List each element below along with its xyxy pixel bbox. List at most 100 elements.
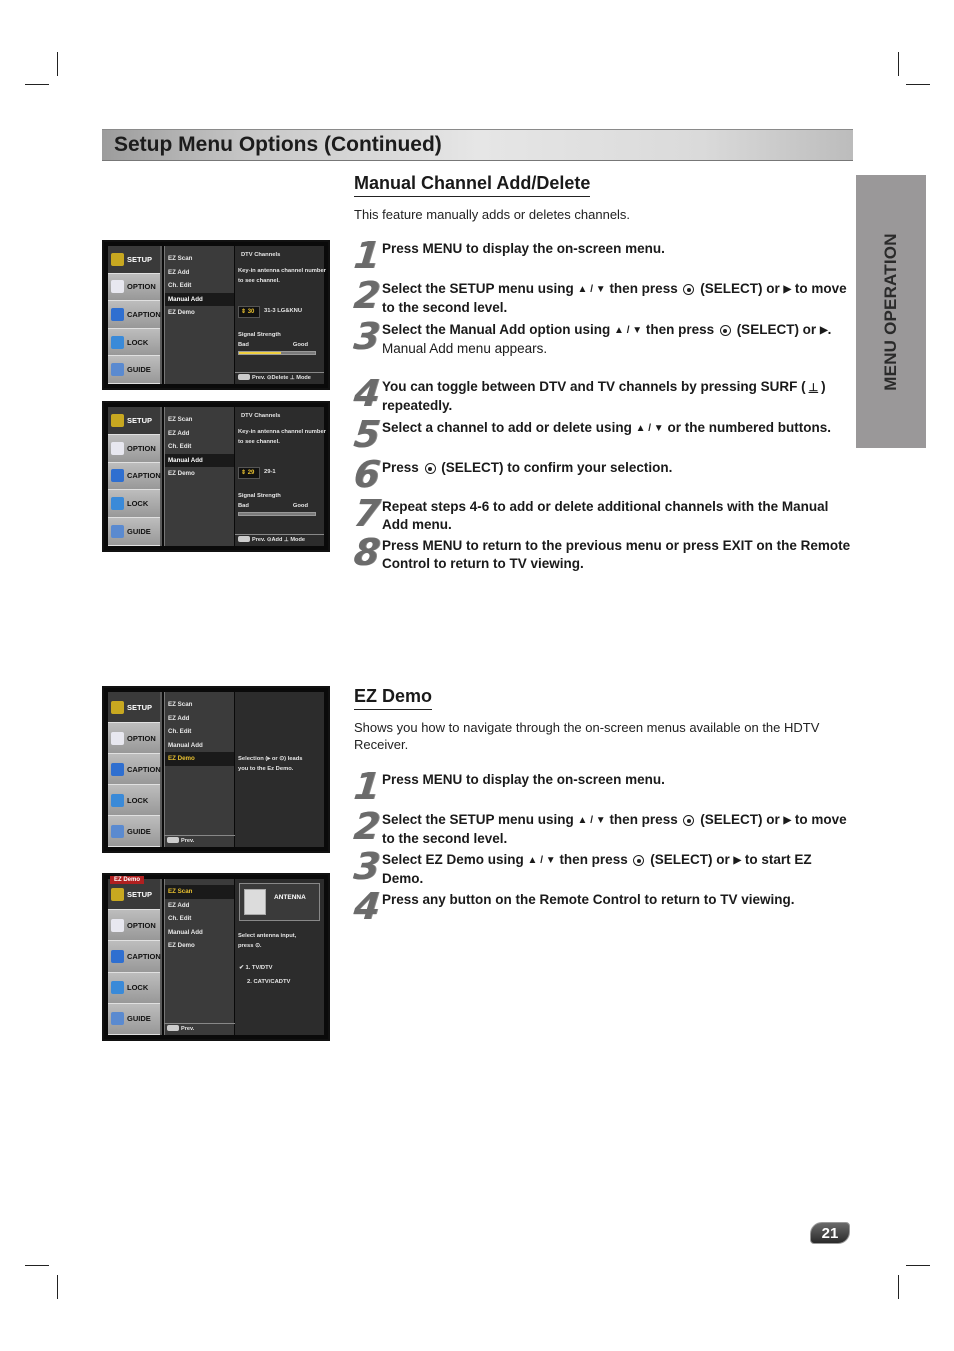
category-label: GUIDE — [127, 826, 151, 836]
step-number: 8 — [351, 531, 383, 574]
panel-footer: Prev. ⊙Add ⊥ Mode — [235, 534, 324, 546]
crop-mark — [25, 84, 49, 85]
ez-demo-intro: Shows you how to navigate through the on… — [354, 720, 820, 752]
category-icon — [111, 497, 124, 511]
category-icon — [111, 981, 124, 995]
tv-submenu-item: EZ Add — [168, 429, 190, 437]
tv-screenshot-ez-demo-menu: SETUP OPTION CAPTION LOCK GUIDE EZ Scan EZ… — [102, 686, 330, 853]
step-number: 6 — [351, 453, 383, 496]
tv-submenu-item: Ch. Edit — [168, 282, 192, 289]
panel-title: DTV Channels — [241, 413, 281, 419]
step-text: Select a channel to add or delete using … — [382, 420, 831, 435]
step-text: Press MENU to display the on-screen menu… — [382, 241, 665, 256]
category-icon — [111, 762, 124, 776]
tv-category-menu: SETUP OPTION CAPTION LOCK GUIDE — [108, 407, 162, 546]
category-icon — [111, 441, 124, 455]
panel-title: DTV Channels — [241, 252, 281, 258]
step-text: Select EZ Demo using ▲ / ▼ then press (S… — [382, 852, 812, 886]
tv-category-item: OPTION — [108, 273, 160, 302]
menu-key-icon — [238, 374, 250, 380]
tv-detail-panel: Selection (▸ or ⊙) leads you to the Ez D… — [235, 692, 324, 847]
up-down-arrow-icon: ▲ / ▼ — [635, 423, 664, 434]
category-label: OPTION — [127, 443, 156, 453]
step-number: 2 — [351, 274, 383, 317]
tv-detail-panel: DTV Channels Key-in antenna channel numb… — [235, 407, 326, 546]
step-number: 2 — [351, 805, 383, 848]
tv-submenu-item: EZ Demo — [165, 752, 234, 766]
manual-add-heading: Manual Channel Add/Delete — [354, 173, 591, 197]
signal-good-label: Good — [292, 503, 308, 509]
menu-key-icon — [238, 536, 250, 542]
tv-category-item: LOCK — [108, 972, 160, 1004]
step-text: Select the SETUP menu using ▲ / ▼ then p… — [382, 281, 847, 315]
step-note: Manual Add menu appears. — [382, 341, 548, 356]
tv-category-item: GUIDE — [108, 816, 160, 847]
category-label: LOCK — [127, 337, 149, 347]
category-icon — [111, 525, 124, 539]
select-button-icon — [633, 855, 645, 866]
tv-category-menu: SETUP OPTION CAPTION LOCK GUIDE — [108, 692, 162, 847]
crop-mark — [898, 1275, 899, 1299]
step-number: 3 — [351, 845, 383, 888]
ez-demo-badge: EZ Demo — [110, 876, 145, 884]
signal-strength-label: Signal Strength — [238, 493, 281, 499]
crop-mark — [57, 1275, 58, 1299]
tv-submenu-item: EZ Demo — [168, 942, 195, 949]
category-label: SETUP — [127, 254, 153, 264]
antenna-option-tv-dtv: ✔ 1. TV/DTV — [239, 965, 273, 971]
tv-category-menu: SETUP OPTION CAPTION LOCK GUIDE — [108, 246, 162, 384]
tv-category-item: SETUP — [108, 407, 160, 435]
tv-category-item: OPTION — [108, 434, 160, 463]
tv-setup-submenu: EZ Scan EZ Add Ch. Edit Manual Add EZ Demo — [164, 879, 234, 1035]
tv-submenu-item: Manual Add — [165, 292, 234, 306]
step-text: Press any button on the Remote Control t… — [382, 892, 795, 907]
category-icon — [111, 252, 124, 266]
tv-submenu-item: Manual Add — [165, 453, 234, 467]
tv-submenu-item: EZ Scan — [165, 885, 234, 899]
category-icon — [111, 307, 124, 321]
tv-category-item: CAPTION — [108, 462, 161, 491]
category-icon — [111, 280, 124, 294]
section-side-tab: MENU OPERATION — [856, 175, 926, 448]
surf-icon: ⊥ — [808, 382, 819, 394]
crop-mark — [57, 52, 58, 76]
category-label: CAPTION — [127, 471, 161, 481]
panel-description: Key-in antenna channel number to see cha… — [238, 268, 326, 284]
category-icon — [111, 413, 124, 427]
select-button-icon — [683, 284, 695, 295]
tv-category-item: OPTION — [108, 723, 160, 754]
step-text: Press (SELECT) to confirm your selection… — [382, 460, 673, 475]
tv-category-item: GUIDE — [108, 356, 160, 384]
category-icon — [111, 731, 124, 745]
select-button-icon — [719, 325, 731, 336]
page-number-badge: 21 — [810, 1222, 850, 1244]
category-icon — [111, 793, 124, 807]
tv-submenu-item: EZ Add — [168, 268, 190, 276]
tv-category-item: SETUP — [108, 246, 160, 274]
channel-name: 31-3 LG&KNU — [264, 308, 303, 314]
step-number: 4 — [351, 885, 383, 928]
category-label: GUIDE — [127, 527, 151, 537]
category-icon — [111, 824, 124, 838]
menu-key-icon — [167, 1025, 179, 1031]
category-label: SETUP — [127, 415, 153, 425]
category-icon — [111, 700, 124, 714]
category-icon — [111, 363, 124, 377]
tv-screenshot-manual-add-delete: SETUP OPTION CAPTION LOCK GUIDE EZ Scan EZ… — [102, 240, 330, 390]
up-down-arrow-icon: ▲ / ▼ — [577, 815, 606, 826]
tv-submenu-item: EZ Scan — [168, 416, 193, 423]
right-arrow-icon: ▶ — [819, 325, 828, 336]
manual-add-intro: This feature manually adds or deletes ch… — [354, 207, 631, 222]
tv-submenu-item: EZ Add — [168, 901, 190, 909]
antenna-option-catv: 2. CATV/CADTV — [247, 979, 291, 985]
side-tab-label: MENU OPERATION — [881, 232, 900, 391]
ez-demo-heading: EZ Demo — [354, 686, 433, 710]
category-label: LOCK — [127, 499, 149, 509]
panel-footer: Prev. — [164, 1023, 235, 1035]
channel-number-field: ⇕ 30 — [238, 306, 260, 318]
channel-name: 29-1 — [264, 469, 276, 475]
tv-category-menu: SETUP OPTION CAPTION LOCK GUIDE — [108, 879, 162, 1035]
tv-submenu-item: Manual Add — [168, 928, 203, 936]
category-label: OPTION — [127, 920, 156, 930]
category-label: CAPTION — [127, 764, 161, 774]
